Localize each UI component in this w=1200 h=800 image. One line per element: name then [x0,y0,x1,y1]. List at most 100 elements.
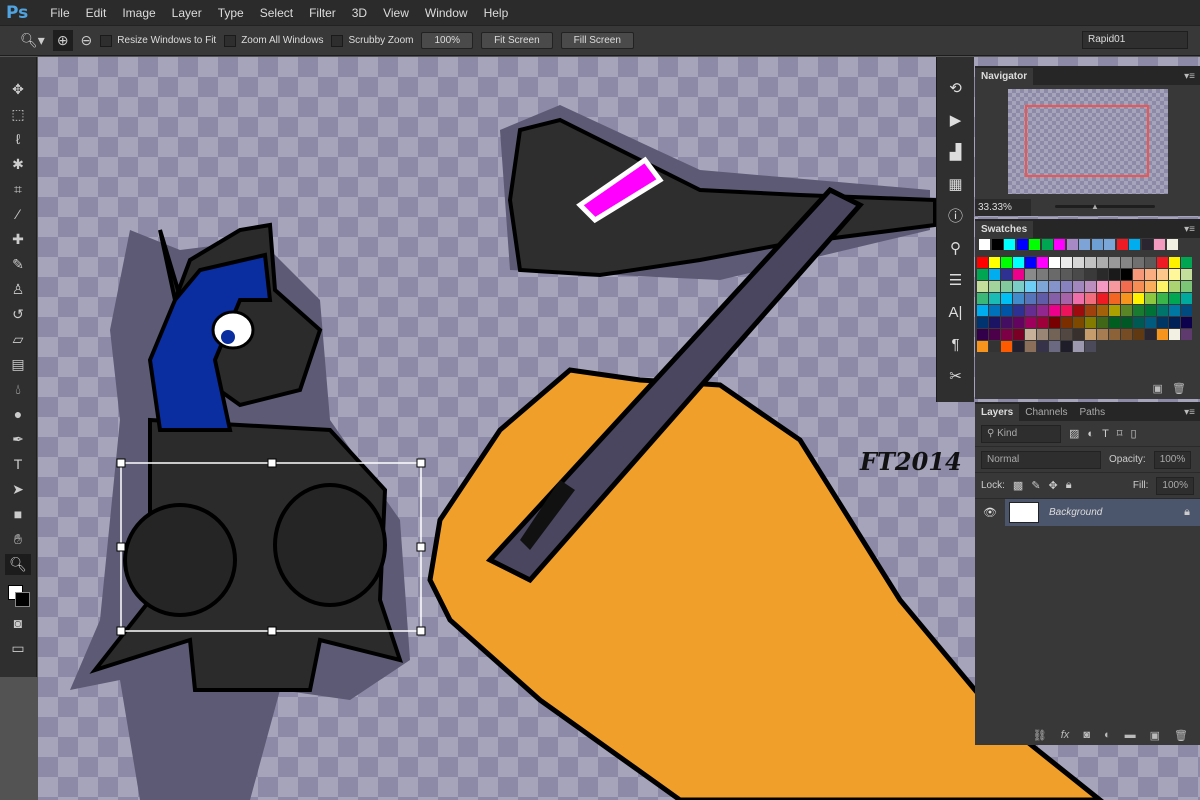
swatch[interactable] [989,305,1000,316]
swatch[interactable] [1145,305,1156,316]
swatch[interactable] [1085,281,1096,292]
opacity-field[interactable]: 100% [1153,450,1192,469]
swatch[interactable] [1145,317,1156,328]
swatch[interactable] [1016,239,1028,250]
tab-layers[interactable]: Layers [975,404,1020,421]
swatch[interactable] [1049,329,1060,340]
type-tool-icon[interactable]: T [5,454,31,475]
menu-view[interactable]: View [375,6,417,20]
swatch[interactable] [1181,281,1192,292]
navigator-thumbnail[interactable] [1008,89,1168,194]
swatch[interactable] [1133,257,1144,268]
swatch[interactable] [1085,293,1096,304]
swatch[interactable] [1121,269,1132,280]
swatch[interactable] [1109,305,1120,316]
swatch[interactable] [1061,317,1072,328]
swatch[interactable] [1037,257,1048,268]
swatch[interactable] [989,269,1000,280]
swatch[interactable] [1109,257,1120,268]
swatch[interactable] [1049,293,1060,304]
swatch[interactable] [977,329,988,340]
swatch[interactable] [1157,269,1168,280]
swatch[interactable] [1013,257,1024,268]
swatch[interactable] [1001,257,1012,268]
swatch[interactable] [1116,239,1128,250]
panel-menu-icon[interactable]: ▾≡ [1179,407,1200,421]
lock-all-icon[interactable]: 🔒︎ [1066,479,1072,492]
swatch[interactable] [1037,317,1048,328]
tab-navigator[interactable]: Navigator [975,68,1034,85]
swatch[interactable] [1181,293,1192,304]
swatch[interactable] [1109,281,1120,292]
swatch[interactable] [1001,293,1012,304]
swatch[interactable] [1133,269,1144,280]
swatch[interactable] [1054,239,1065,250]
zoom-out-icon[interactable]: ⊖ [81,32,93,49]
swatch[interactable] [1079,239,1090,250]
swatch[interactable] [1181,305,1192,316]
swatch[interactable] [1085,317,1096,328]
magic-wand-tool-icon[interactable]: ✱ [5,154,31,175]
swatch[interactable] [1097,269,1108,280]
swatch[interactable] [1061,257,1072,268]
swatch[interactable] [1121,257,1132,268]
swatch[interactable] [1013,329,1024,340]
color-swatches-icon[interactable] [5,579,31,609]
swatch[interactable] [1049,257,1060,268]
lasso-tool-icon[interactable]: ℓ [5,129,31,150]
swatch[interactable] [1133,317,1144,328]
screen-mode-icon[interactable]: ▭ [5,638,31,659]
menu-type[interactable]: Type [210,6,252,20]
adjustments-icon[interactable]: ☰ [949,269,962,293]
swatch[interactable] [1061,269,1072,280]
swatch[interactable] [1025,257,1036,268]
swatch[interactable] [1025,281,1036,292]
fill-field[interactable]: 100% [1156,476,1194,495]
swatch[interactable] [1004,239,1015,250]
swatch[interactable] [1097,317,1108,328]
swatch[interactable] [977,281,988,292]
swatch[interactable] [1013,293,1024,304]
crop-tool-icon[interactable]: ⌗ [5,179,31,200]
swatch[interactable] [1025,329,1036,340]
move-tool-icon[interactable]: ✥ [5,79,31,100]
swatch[interactable] [1073,317,1084,328]
new-group-icon[interactable]: ▬ [1125,729,1136,741]
scrubby-zoom-checkbox[interactable]: Scrubby Zoom [331,34,413,47]
navigator-zoom-field[interactable]: 33.33% [975,199,1031,216]
layer-style-fx-icon[interactable]: fx [1061,729,1070,741]
gradient-tool-icon[interactable]: ▤ [5,354,31,375]
zoom-100-button[interactable]: 100% [421,32,474,49]
swatch[interactable] [1104,239,1115,250]
swatch[interactable] [1066,239,1078,250]
blur-tool-icon[interactable]: 💧︎ [5,379,31,400]
swatch[interactable] [1013,341,1024,352]
hand-tool-icon[interactable]: ✋︎ [5,529,31,550]
swatch[interactable] [1025,269,1036,280]
layer-row-background[interactable]: 👁︎ Background 🔒︎ [975,499,1200,526]
swatch[interactable] [1085,269,1096,280]
swatch[interactable] [1091,239,1103,250]
menu-3d[interactable]: 3D [344,6,375,20]
swatch[interactable] [1061,329,1072,340]
brush-tool-icon[interactable]: ✎ [5,254,31,275]
swatch[interactable] [989,329,1000,340]
lock-transparent-icon[interactable]: ▩ [1013,479,1023,492]
healing-brush-tool-icon[interactable]: ✚ [5,229,31,250]
swatch[interactable] [1145,269,1156,280]
swatch[interactable] [1109,329,1120,340]
swatch[interactable] [1169,257,1180,268]
lock-position-icon[interactable]: ✥ [1049,479,1058,492]
swatch[interactable] [989,317,1000,328]
history-icon[interactable]: ⟲ [949,77,962,101]
swatch[interactable] [1013,305,1024,316]
dodge-tool-icon[interactable]: ● [5,404,31,425]
swatch[interactable] [1029,239,1040,250]
resize-windows-checkbox[interactable]: Resize Windows to Fit [100,34,216,47]
panel-menu-icon[interactable]: ▾≡ [1179,224,1200,238]
swatch[interactable] [1061,305,1072,316]
swatch[interactable] [1133,305,1144,316]
zoom-tool-preset-icon[interactable]: 🔍︎▾ [20,32,45,49]
swatch[interactable] [1169,305,1180,316]
swatch[interactable] [1001,341,1012,352]
